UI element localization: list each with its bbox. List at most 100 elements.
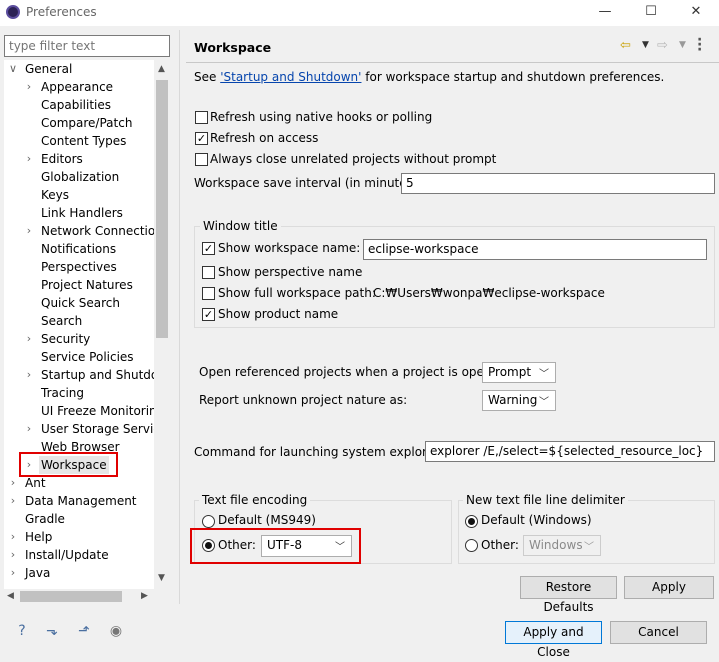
tree-item[interactable]: Search: [4, 312, 154, 330]
tree-item[interactable]: Content Types: [4, 132, 154, 150]
horizontal-scroll-thumb[interactable]: [20, 591, 122, 602]
tree-item-label: Gradle: [25, 512, 65, 526]
record-icon[interactable]: ◉: [106, 621, 126, 641]
tree-item[interactable]: › Java: [4, 564, 154, 582]
delimiter-value: Windows: [529, 538, 583, 552]
system-explorer-input[interactable]: explorer /E,/select=${selected_resource_…: [425, 441, 715, 462]
startup-shutdown-link[interactable]: 'Startup and Shutdown': [220, 70, 361, 84]
back-arrow-icon[interactable]: ⇦: [620, 38, 631, 53]
tree-item[interactable]: UI Freeze Monitoring: [4, 402, 164, 420]
delimiter-other-radio[interactable]: [465, 539, 478, 552]
collapse-chevron-icon[interactable]: ›: [8, 528, 18, 546]
save-interval-label: Workspace save interval (in minutes):: [194, 176, 422, 190]
tree-item[interactable]: Project Natures: [4, 276, 154, 294]
tree-item[interactable]: › Data Management: [4, 492, 154, 510]
tree-item-label: General: [25, 62, 73, 76]
tree-item-label: User Storage Service: [41, 422, 168, 436]
tree-item[interactable]: › Startup and Shutdow: [4, 366, 168, 384]
refresh-native-checkbox[interactable]: [195, 111, 208, 124]
tree-item[interactable]: › Network Connection: [4, 222, 163, 240]
help-icon[interactable]: ?: [12, 621, 32, 641]
apply-and-close-button[interactable]: Apply and Close: [505, 621, 602, 659]
collapse-chevron-icon[interactable]: ›: [24, 420, 34, 438]
collapse-chevron-icon[interactable]: ›: [24, 78, 34, 96]
collapse-chevron-icon[interactable]: ›: [24, 222, 34, 240]
chevron-down-icon: ﹀: [539, 397, 549, 408]
delimiter-default-radio[interactable]: [465, 515, 478, 528]
tree-item[interactable]: › User Storage Service: [4, 420, 167, 438]
collapse-chevron-icon[interactable]: ›: [8, 546, 18, 564]
text-encoding-group-label: Text file encoding: [199, 493, 311, 507]
show-full-path-checkbox[interactable]: [202, 287, 215, 300]
tree-item[interactable]: Gradle: [4, 510, 154, 528]
close-button[interactable]: ✕: [673, 0, 719, 26]
tree-item-label: Help: [25, 530, 53, 544]
forward-menu-chevron-icon[interactable]: ▼: [679, 40, 686, 50]
tree-item[interactable]: Capabilities: [4, 96, 154, 114]
system-explorer-label: Command for launching system explorer:: [194, 445, 443, 459]
filter-input[interactable]: [4, 35, 170, 57]
scroll-up-icon[interactable]: ▲: [158, 64, 165, 74]
report-unknown-value: Warning: [488, 393, 538, 407]
back-menu-chevron-icon[interactable]: ▼: [642, 40, 649, 50]
tree-item[interactable]: Link Handlers: [4, 204, 154, 222]
tree-item[interactable]: › Help: [4, 528, 154, 546]
report-unknown-select[interactable]: Warning ﹀: [482, 390, 556, 411]
restore-defaults-button[interactable]: Restore Defaults: [520, 576, 617, 614]
show-perspective-checkbox[interactable]: [202, 266, 215, 279]
save-interval-input[interactable]: 5: [401, 173, 715, 194]
show-product-checkbox[interactable]: ✓: [202, 308, 215, 321]
scroll-down-icon[interactable]: ▼: [158, 573, 165, 583]
tree-item[interactable]: › Appearance: [4, 78, 154, 96]
tree-item[interactable]: Quick Search: [4, 294, 154, 312]
tree-item[interactable]: Globalization: [4, 168, 154, 186]
collapse-chevron-icon[interactable]: ›: [8, 492, 18, 510]
show-workspace-name-checkbox[interactable]: ✓: [202, 242, 215, 255]
tree-item[interactable]: Service Policies: [4, 348, 154, 366]
tree-item[interactable]: Keys: [4, 186, 154, 204]
collapse-chevron-icon[interactable]: ›: [24, 366, 34, 384]
pane-splitter[interactable]: [179, 30, 180, 604]
encoding-default-radio[interactable]: [202, 515, 215, 528]
tree-item[interactable]: Notifications: [4, 240, 154, 258]
tree-item[interactable]: ∨ General: [4, 60, 154, 78]
tree-item-label: Compare/Patch: [41, 116, 133, 130]
workspace-name-input[interactable]: eclipse-workspace: [363, 239, 707, 260]
tree-item[interactable]: › Editors: [4, 150, 154, 168]
tree-item[interactable]: Perspectives: [4, 258, 154, 276]
tree-item[interactable]: Compare/Patch: [4, 114, 154, 132]
forward-arrow-icon[interactable]: ⇨: [657, 38, 668, 53]
intro-prefix: See: [194, 70, 221, 84]
collapse-chevron-icon[interactable]: ›: [8, 564, 18, 582]
window-title-group-label: Window title: [200, 219, 281, 233]
collapse-chevron-icon[interactable]: ›: [8, 474, 18, 492]
apply-button[interactable]: Apply: [624, 576, 714, 599]
open-referenced-select[interactable]: Prompt ﹀: [482, 362, 556, 383]
workspace-path-value: C:₩Users₩wonpa₩eclipse-workspace: [373, 286, 605, 300]
tree-item[interactable]: Tracing: [4, 384, 154, 402]
window-title: Preferences: [26, 5, 97, 19]
minimize-button[interactable]: —: [582, 0, 628, 26]
collapse-chevron-icon[interactable]: ›: [24, 150, 34, 168]
vertical-scroll-thumb[interactable]: [156, 80, 168, 338]
cancel-button[interactable]: Cancel: [610, 621, 707, 644]
always-close-checkbox[interactable]: [195, 153, 208, 166]
collapse-chevron-icon[interactable]: ›: [24, 330, 34, 348]
line-delimiter-group-label: New text file line delimiter: [463, 493, 628, 507]
show-full-path-label: Show full workspace path:: [218, 286, 376, 300]
refresh-access-checkbox[interactable]: ✓: [195, 132, 208, 145]
maximize-button[interactable]: ☐: [628, 0, 674, 26]
delimiter-select[interactable]: Windows ﹀: [523, 535, 601, 556]
scroll-right-icon[interactable]: ▶: [141, 591, 148, 601]
tree-item[interactable]: › Install/Update: [4, 546, 154, 564]
view-menu-icon[interactable]: · · ·: [697, 33, 703, 57]
expand-chevron-icon[interactable]: ∨: [8, 60, 18, 78]
export-icon[interactable]: ⬏: [74, 621, 94, 641]
scroll-left-icon[interactable]: ◀: [7, 591, 14, 601]
preference-tree[interactable]: ∨ General › Appearance Capabilities Compare/P…: [4, 60, 170, 590]
import-icon[interactable]: ⬎: [42, 621, 62, 641]
tree-item[interactable]: › Security: [4, 330, 154, 348]
show-workspace-name-label: Show workspace name:: [218, 241, 361, 255]
refresh-access-label: Refresh on access: [210, 131, 319, 145]
show-product-label: Show product name: [218, 307, 339, 321]
